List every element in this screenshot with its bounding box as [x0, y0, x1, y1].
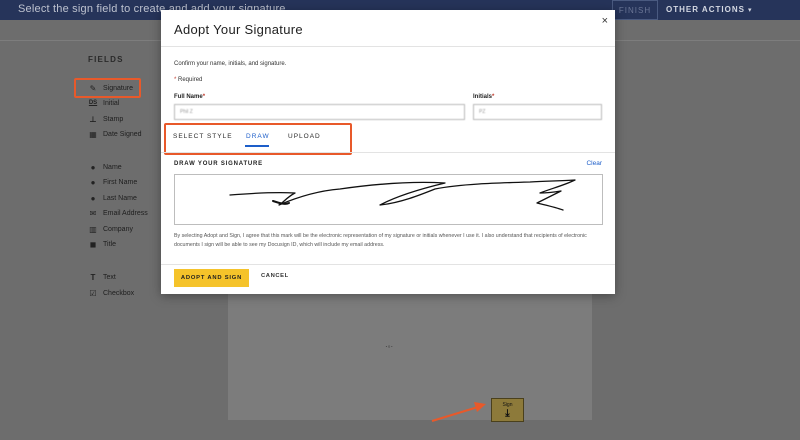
- fields-panel-title: FIELDS: [88, 55, 124, 64]
- text-t-icon: T: [90, 272, 96, 282]
- field-label: Company: [103, 225, 133, 233]
- initials-label: Initials*: [473, 94, 494, 100]
- adopt-and-sign-button[interactable]: ADOPT AND SIGN: [174, 269, 249, 287]
- stamp-icon: ⊥: [89, 114, 97, 124]
- field-first-name[interactable]: ● First Name: [88, 175, 138, 189]
- cancel-button[interactable]: CANCEL: [261, 273, 289, 279]
- active-tab-indicator: [245, 145, 269, 147]
- signature-draw-pad[interactable]: [174, 174, 603, 225]
- download-arrow-icon: ⤓: [505, 408, 510, 419]
- sign-here-tag[interactable]: Sign ⤓: [491, 398, 524, 422]
- other-actions-label: OTHER ACTIONS: [666, 5, 745, 14]
- field-label: Checkbox: [103, 289, 135, 297]
- tab-draw[interactable]: DRAW: [246, 133, 270, 140]
- tab-upload[interactable]: UPLOAD: [288, 133, 321, 140]
- required-star: *: [492, 94, 495, 100]
- initials-input[interactable]: PZ: [473, 104, 602, 120]
- checkbox-icon: ☑: [89, 288, 97, 298]
- field-label: Title: [103, 240, 116, 248]
- field-title[interactable]: ◼ Title: [88, 237, 116, 251]
- calendar-icon: ▦: [89, 129, 97, 139]
- field-label: First Name: [103, 178, 138, 186]
- tabs-divider: [161, 152, 615, 153]
- required-star: *: [202, 94, 206, 100]
- field-stamp[interactable]: ⊥ Stamp: [88, 112, 123, 126]
- field-email-address[interactable]: ✉ Email Address: [88, 206, 148, 220]
- field-company[interactable]: ▥ Company: [88, 222, 133, 236]
- adopt-signature-dialog: × Adopt Your Signature Confirm your name…: [161, 10, 615, 294]
- required-note: * Required: [174, 77, 202, 83]
- full-name-input[interactable]: Phil Z: [174, 104, 465, 120]
- envelope-icon: ✉: [89, 208, 97, 218]
- field-label: Last Name: [103, 194, 137, 202]
- field-text[interactable]: T Text: [88, 270, 116, 284]
- building-icon: ▥: [89, 224, 97, 234]
- briefcase-icon: ◼: [89, 239, 97, 249]
- field-last-name[interactable]: ● Last Name: [88, 191, 137, 205]
- field-label: Email Address: [103, 209, 148, 217]
- field-checkbox[interactable]: ☑ Checkbox: [88, 286, 134, 300]
- chevron-down-icon: ▾: [747, 7, 753, 14]
- dialog-title: Adopt Your Signature: [174, 22, 303, 37]
- drawn-signature: [229, 179, 576, 211]
- person-icon: ●: [90, 162, 96, 172]
- initials-label-text: Initials: [473, 94, 493, 100]
- footer-divider: [161, 264, 615, 265]
- confirm-instructions: Confirm your name, initials, and signatu…: [174, 61, 287, 67]
- title-divider: [161, 46, 615, 47]
- page-marker-icon: ·◦·: [385, 342, 394, 351]
- person-icon: ●: [90, 177, 96, 187]
- signature-field-highlight: [74, 78, 141, 98]
- draw-signature-title: DRAW YOUR SIGNATURE: [174, 161, 263, 167]
- initials-ds-icon: DS: [88, 100, 98, 106]
- finish-button[interactable]: FINISH: [612, 0, 658, 20]
- field-name[interactable]: ● Name: [88, 160, 122, 174]
- legal-disclosure: By selecting Adopt and Sign, I agree tha…: [174, 233, 587, 248]
- arrow-annotation-icon: [431, 402, 486, 423]
- field-label: Initial: [103, 99, 120, 107]
- field-date-signed[interactable]: ▦ Date Signed: [88, 127, 142, 141]
- field-label: Stamp: [103, 115, 124, 123]
- full-name-label: Full Name*: [174, 94, 205, 100]
- other-actions-menu[interactable]: OTHER ACTIONS ▾: [666, 0, 752, 20]
- clear-link[interactable]: Clear: [586, 160, 602, 167]
- field-label: Text: [103, 273, 116, 281]
- full-name-label-text: Full Name: [174, 94, 203, 100]
- required-text: Required: [178, 77, 203, 83]
- person-icon: ●: [90, 193, 96, 203]
- field-initial[interactable]: DS Initial: [88, 96, 120, 110]
- field-label: Name: [103, 163, 122, 171]
- tab-select-style[interactable]: SELECT STYLE: [173, 133, 233, 140]
- close-icon[interactable]: ×: [602, 15, 608, 27]
- field-label: Date Signed: [103, 130, 142, 138]
